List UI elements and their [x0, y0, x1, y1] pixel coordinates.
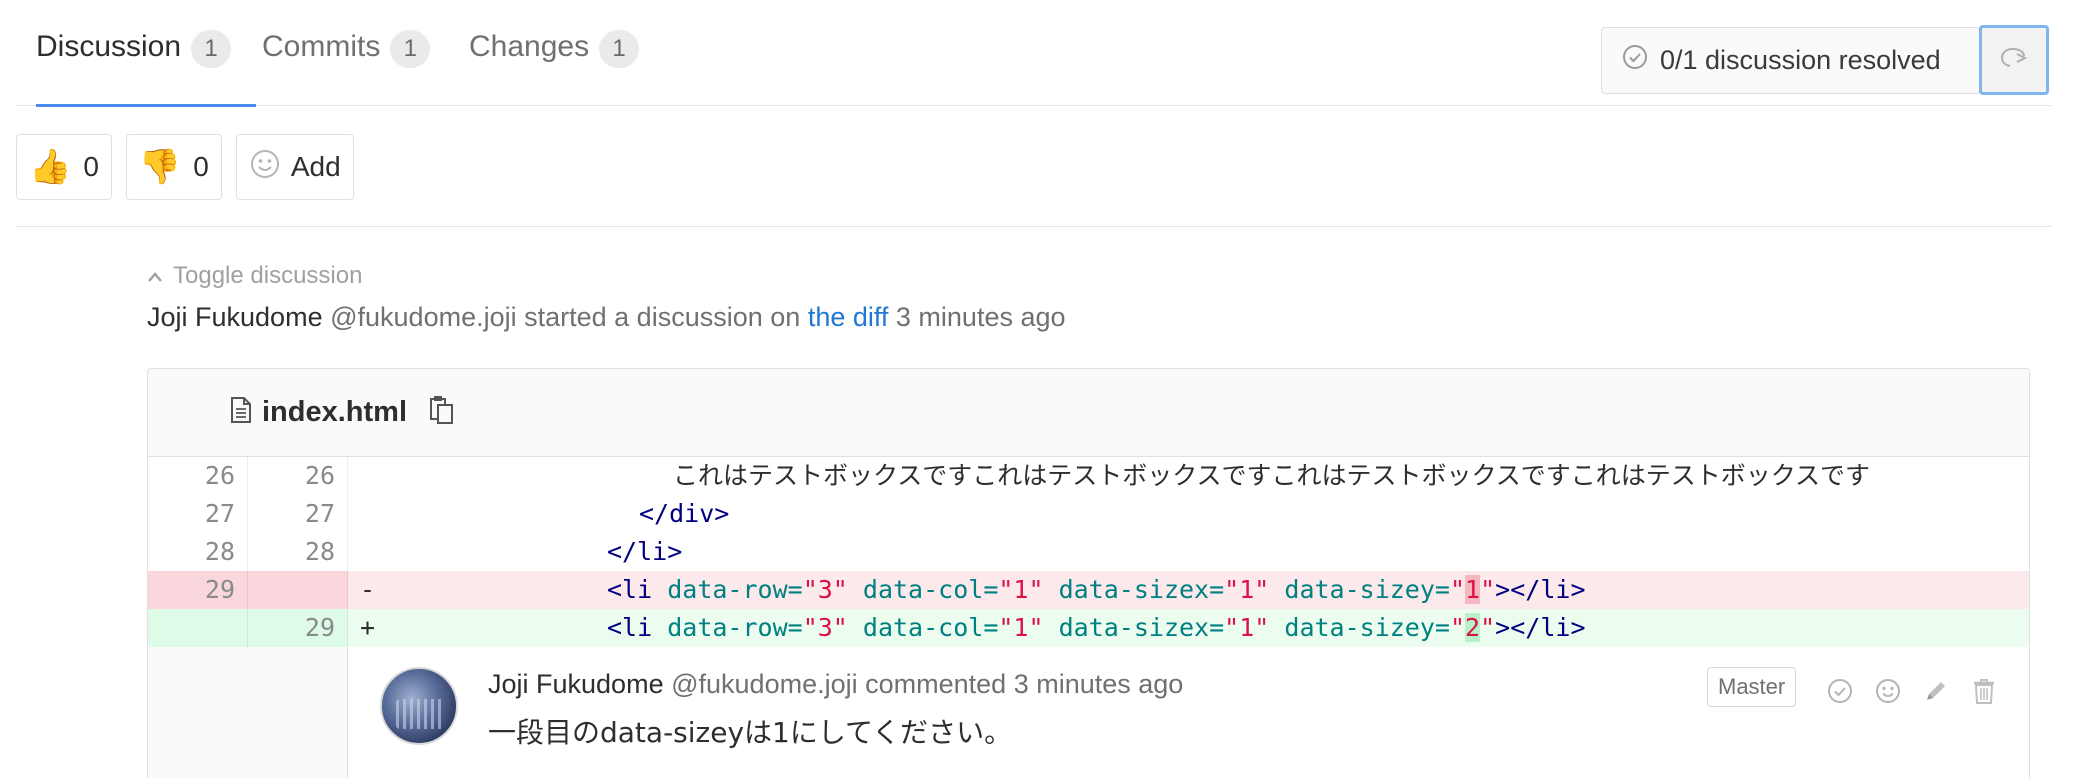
diff-line: 26 26 これはテストボックスですこれはテストボックスですこれはテストボックス… — [148, 457, 2029, 495]
count-badge: 1 — [390, 30, 431, 68]
thumbs-down-award-button[interactable]: 👎 0 — [125, 134, 222, 200]
award-emoji-bar: 👍 0 👎 0 Add — [16, 134, 368, 200]
chevron-up-icon — [147, 262, 163, 290]
old-line-number[interactable]: 29 — [148, 571, 248, 609]
jump-to-unresolved-button[interactable] — [1979, 25, 2049, 95]
smiley-icon — [249, 148, 281, 187]
tab-label: Changes — [469, 30, 590, 63]
add-reaction-button[interactable]: Add — [235, 134, 354, 200]
comment-arrow-icon — [1999, 46, 2029, 75]
note-gutter — [148, 647, 348, 778]
author-name[interactable]: Joji Fukudome — [147, 302, 323, 332]
diff-line-removed: 29 - <li data-row="3" data-col="1" data-… — [148, 571, 2029, 609]
line-content: </div> — [639, 499, 730, 528]
new-line-number[interactable]: 27 — [248, 495, 348, 533]
add-reaction-icon[interactable] — [1864, 671, 1912, 711]
tab-label: Commits — [262, 30, 381, 63]
new-line-number[interactable]: 26 — [248, 457, 348, 495]
role-badge: Master — [1707, 667, 1797, 707]
thumbs-up-icon: 👍 — [29, 148, 72, 186]
line-content: <li data-row="3" data-col="1" data-sizex… — [607, 575, 1586, 604]
toggle-discussion-button[interactable]: Toggle discussion — [147, 262, 362, 290]
line-content: これはテストボックスですこれはテストボックスですこれはテストボックスですこれはテ… — [673, 461, 1871, 490]
thumbs-up-award-button[interactable]: 👍 0 — [16, 134, 112, 200]
thumbs-down-icon: 👎 — [138, 148, 182, 186]
note-actions — [1816, 671, 2008, 711]
author-handle[interactable]: @fukudome.joji — [330, 302, 517, 332]
diff-line-added: 29 + <li data-row="3" data-col="1" data-… — [148, 609, 2029, 647]
count-badge: 1 — [191, 30, 232, 68]
note-action: commented — [865, 669, 1007, 699]
discussion-action: started a discussion on — [524, 302, 801, 332]
old-line-number[interactable]: 27 — [148, 495, 248, 533]
resolved-text: 0/1 discussion resolved — [1660, 45, 1941, 75]
file-name[interactable]: index.html — [262, 396, 407, 429]
divider — [16, 226, 2052, 227]
tab-changes[interactable]: Changes 1 — [469, 30, 640, 106]
old-line-number[interactable]: 28 — [148, 533, 248, 571]
old-line-number[interactable] — [148, 609, 248, 647]
author-handle[interactable]: @fukudome.joji — [671, 669, 858, 699]
edit-icon[interactable] — [1912, 671, 1960, 711]
avatar[interactable] — [380, 667, 458, 745]
file-icon — [230, 396, 252, 429]
diff-line: 28 28 </li> — [148, 533, 2029, 571]
discussions-resolved-status: 0/1 discussion resolved — [1601, 27, 1980, 94]
line-content: </li> — [607, 537, 683, 566]
discussion-header: Joji Fukudome @fukudome.joji started a d… — [147, 302, 1066, 333]
tab-commits[interactable]: Commits 1 — [262, 30, 431, 106]
resolve-icon[interactable] — [1816, 671, 1864, 711]
note-header: Joji Fukudome @fukudome.joji commented 3… — [488, 669, 1183, 700]
diff-link[interactable]: the diff — [808, 302, 889, 332]
diff-line: 27 27 </div> — [148, 495, 2029, 533]
count-badge: 1 — [599, 30, 640, 68]
add-reaction-label: Add — [290, 151, 341, 182]
file-header: index.html — [148, 369, 2029, 457]
old-line-number[interactable]: 26 — [148, 457, 248, 495]
added-sign: + — [360, 613, 376, 642]
new-line-number[interactable] — [248, 571, 348, 609]
removed-sign: - — [360, 575, 376, 604]
line-content: <li data-row="3" data-col="1" data-sizex… — [607, 613, 1586, 642]
award-count: 0 — [193, 151, 209, 182]
discussion-time: 3 minutes ago — [895, 302, 1066, 332]
tab-label: Discussion — [36, 30, 182, 63]
author-name[interactable]: Joji Fukudome — [488, 669, 664, 699]
new-line-number[interactable]: 28 — [248, 533, 348, 571]
tab-discussion[interactable]: Discussion 1 — [36, 30, 256, 107]
delete-icon[interactable] — [1960, 671, 2008, 711]
note-time: 3 minutes ago — [1013, 669, 1184, 699]
note-body: 一段目のdata-sizeyは1にしてください。 — [488, 716, 1013, 749]
new-line-number[interactable]: 29 — [248, 609, 348, 647]
award-count: 0 — [83, 151, 99, 182]
diff-file: index.html 26 26 これはテストボックスですこれはテストボックスで… — [147, 368, 2030, 778]
check-circle-icon — [1622, 44, 1648, 77]
copy-path-icon[interactable] — [429, 395, 455, 430]
discussion-note: Joji Fukudome @fukudome.joji commented 3… — [148, 647, 2029, 778]
toggle-discussion-label: Toggle discussion — [173, 262, 363, 289]
